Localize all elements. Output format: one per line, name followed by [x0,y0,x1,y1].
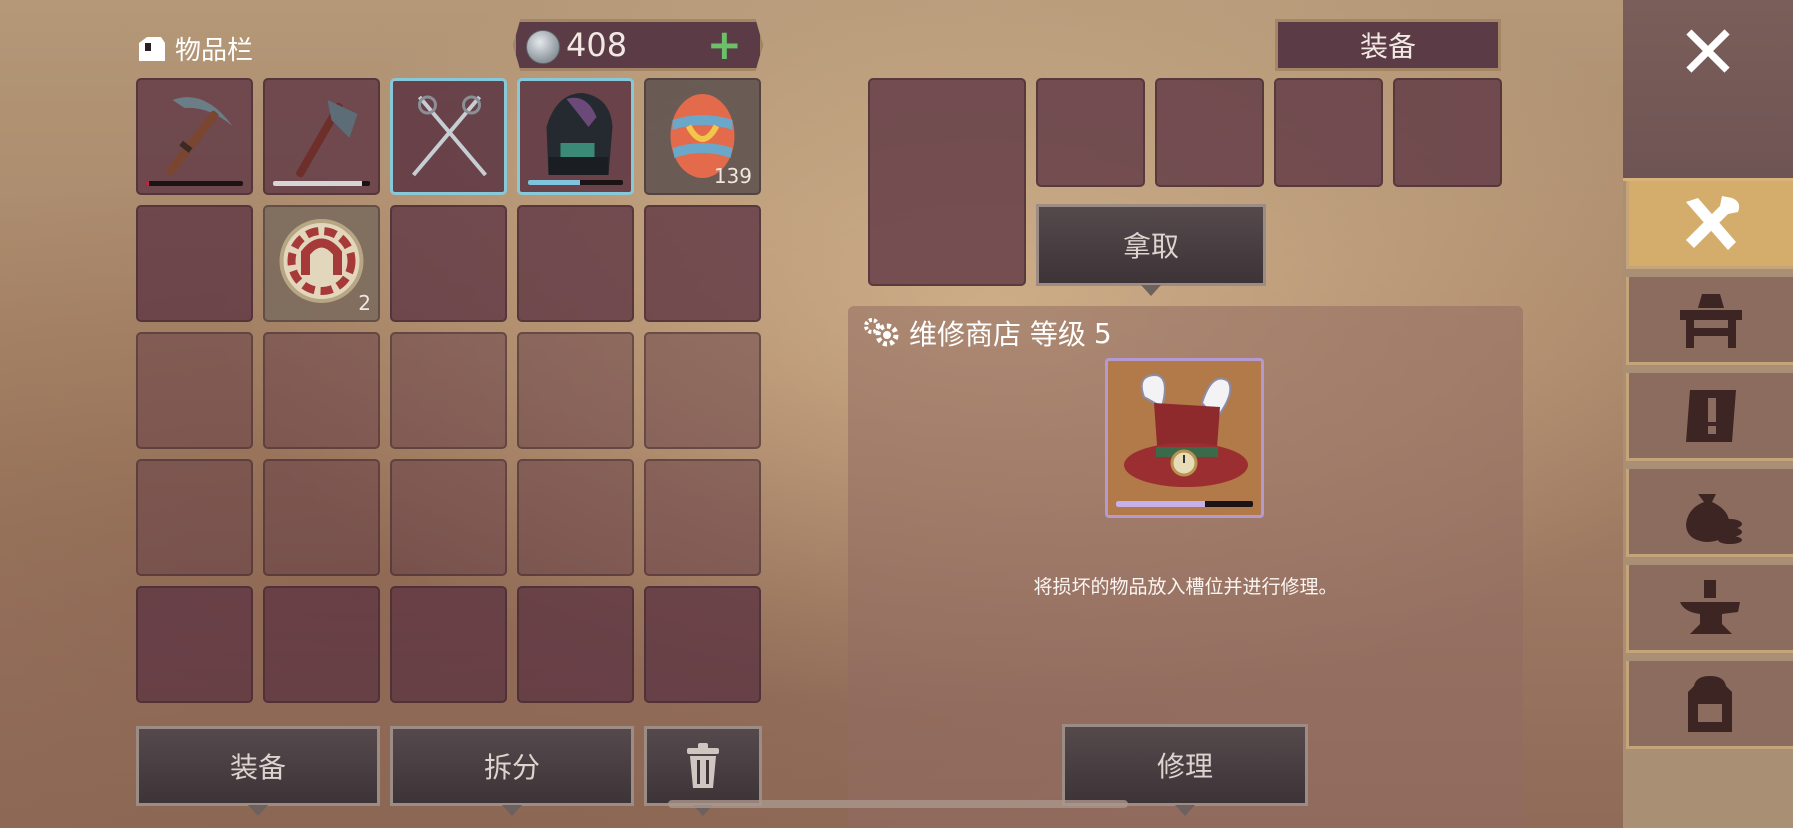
trash-icon [687,743,719,788]
equip-button[interactable]: 装备 [136,726,380,816]
repair-button[interactable]: 修理 [1062,724,1308,816]
tab-quests[interactable] [1626,373,1793,461]
inventory-slot[interactable]: 2 [263,205,380,322]
bag-icon [139,37,165,61]
tab-backpack[interactable] [1626,661,1793,749]
inventory-slot[interactable] [390,78,507,195]
durability-fill [273,181,363,186]
inventory-slot[interactable] [263,459,380,576]
split-button[interactable]: 拆分 [390,726,634,816]
horseshoe-token-icon [279,219,364,303]
rabbit-top-hat-icon [1124,373,1248,487]
quest-book-icon [1686,389,1736,442]
anvil-icon [1680,579,1740,634]
button-pointer [1141,285,1161,296]
delete-button[interactable] [644,726,762,816]
inventory-slot[interactable] [136,205,253,322]
inventory-slot[interactable] [263,332,380,449]
inventory-slot[interactable]: 139 [644,78,761,195]
equipment-slot[interactable] [1036,78,1145,187]
inventory-slot[interactable] [390,332,507,449]
durability-bar [1116,501,1253,507]
inventory-slot[interactable] [390,205,507,322]
inventory-slot[interactable] [644,332,761,449]
button-pointer [502,805,522,816]
item-quantity: 2 [358,291,371,315]
inventory-slot[interactable] [390,459,507,576]
inventory-slot[interactable] [517,205,634,322]
inventory-slot[interactable] [136,332,253,449]
inventory-slot[interactable] [517,78,634,195]
inventory-slot[interactable] [644,205,761,322]
repair-shop-title: 维修商店 等级 [909,318,1086,351]
equipment-title: 装备 [1275,19,1501,71]
inventory-slot[interactable] [136,78,253,195]
tab-trade[interactable] [1626,469,1793,557]
crossed-swords-icon [411,95,488,177]
workbench-icon [1680,293,1742,348]
currency-display: 408 + [513,19,763,71]
repair-shop-level: 5 [1093,316,1112,350]
inventory-slot[interactable] [644,586,761,703]
money-bag-icon [1686,493,1742,544]
durability-fill [1116,501,1206,507]
inventory-slot[interactable] [263,78,380,195]
inventory-slot[interactable] [136,459,253,576]
item-quantity: 139 [713,164,752,188]
pickaxe-icon [165,97,233,176]
durability-bar [273,181,370,186]
inventory-slot[interactable] [517,459,634,576]
take-button-label: 拿取 [1122,230,1179,263]
durability-fill [146,181,149,186]
backpack-icon [546,93,613,175]
durability-bar [146,181,243,186]
split-button-label: 拆分 [483,751,540,784]
equipment-slot[interactable] [1274,78,1383,187]
silver-coin-icon [526,30,560,64]
durability-fill [528,180,581,185]
take-button[interactable]: 拿取 [1036,204,1266,296]
repair-description: 将损坏的物品放入槽位并进行修理。 [1033,576,1338,598]
button-pointer [248,805,268,816]
repair-item-slot[interactable] [1105,358,1264,518]
button-pointer [1175,805,1195,816]
equipment-slot[interactable] [1393,78,1502,187]
tools-icon [1686,195,1740,250]
hatchet-icon [296,100,358,178]
inventory-slot[interactable] [263,586,380,703]
tab-forge[interactable] [1626,565,1793,653]
inventory-slot[interactable] [390,586,507,703]
currency-amount: 408 [566,26,628,64]
close-button[interactable]: ✕ [1623,0,1793,181]
inventory-title: 物品栏 [175,35,254,66]
inventory-header: 物品栏 [135,28,253,68]
tab-workbench[interactable] [1626,277,1793,365]
equip-button-label: 装备 [229,751,286,784]
repair-button-label: 修理 [1156,750,1213,783]
backpack-icon [1688,675,1732,732]
equipment-slot-main[interactable] [868,78,1026,286]
equipment-slot[interactable] [1155,78,1264,187]
repair-shop-header: 维修商店 等级 5 [863,313,1112,353]
inventory-slot[interactable] [644,459,761,576]
home-indicator[interactable] [668,800,1128,808]
tab-repair[interactable] [1626,181,1793,269]
inventory-slot[interactable] [517,332,634,449]
gears-icon [864,318,899,347]
add-currency-button[interactable]: + [707,22,742,68]
inventory-slot[interactable] [517,586,634,703]
close-icon: ✕ [1676,10,1739,96]
durability-bar [528,180,623,185]
inventory-slot[interactable] [136,586,253,703]
